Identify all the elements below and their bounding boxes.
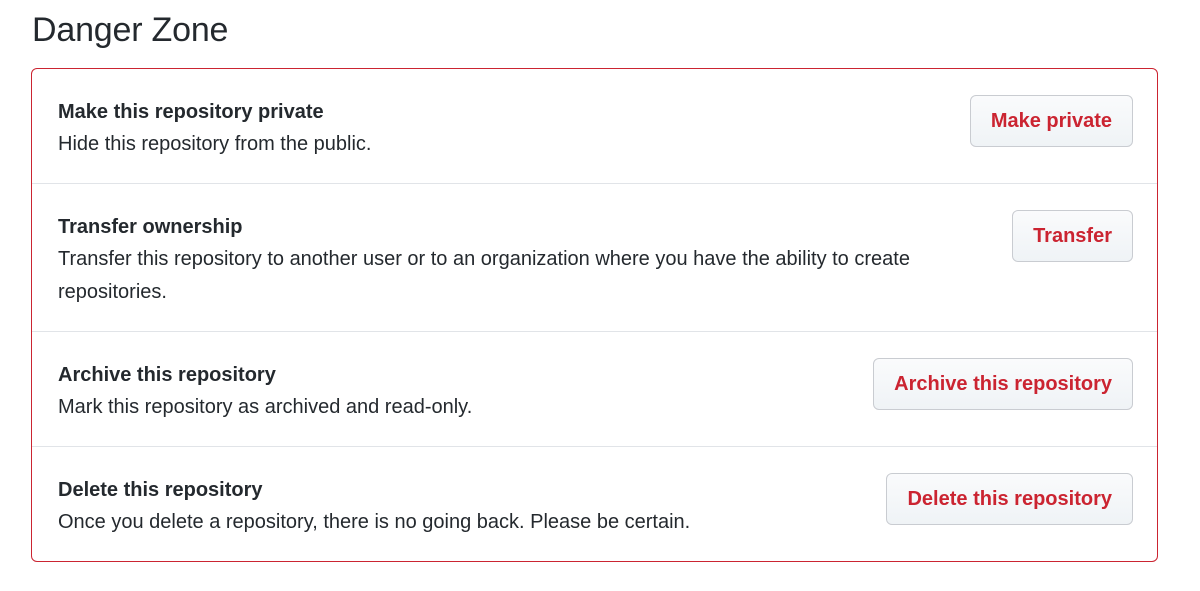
transfer-button[interactable]: Transfer xyxy=(1012,210,1133,262)
danger-row-delete: Delete this repository Once you delete a… xyxy=(32,447,1157,561)
row-description: Once you delete a repository, there is n… xyxy=(58,511,691,533)
row-title: Make this repository private xyxy=(58,101,324,123)
row-description: Hide this repository from the public. xyxy=(58,133,372,155)
row-description: Transfer this repository to another user… xyxy=(58,248,910,303)
delete-repository-button[interactable]: Delete this repository xyxy=(886,473,1133,525)
page-title: Danger Zone xyxy=(32,11,229,49)
row-description: Mark this repository as archived and rea… xyxy=(58,396,473,418)
row-title: Archive this repository xyxy=(58,364,276,386)
row-title: Delete this repository xyxy=(58,479,263,501)
danger-row-make-private: Make this repository private Hide this r… xyxy=(32,69,1157,184)
row-title: Transfer ownership xyxy=(58,216,243,238)
danger-row-archive: Archive this repository Mark this reposi… xyxy=(32,332,1157,447)
danger-zone-box: Make this repository private Hide this r… xyxy=(31,68,1158,562)
danger-row-transfer: Transfer ownership Transfer this reposit… xyxy=(32,184,1157,332)
make-private-button[interactable]: Make private xyxy=(969,95,1133,147)
archive-repository-button[interactable]: Archive this repository xyxy=(873,358,1133,410)
